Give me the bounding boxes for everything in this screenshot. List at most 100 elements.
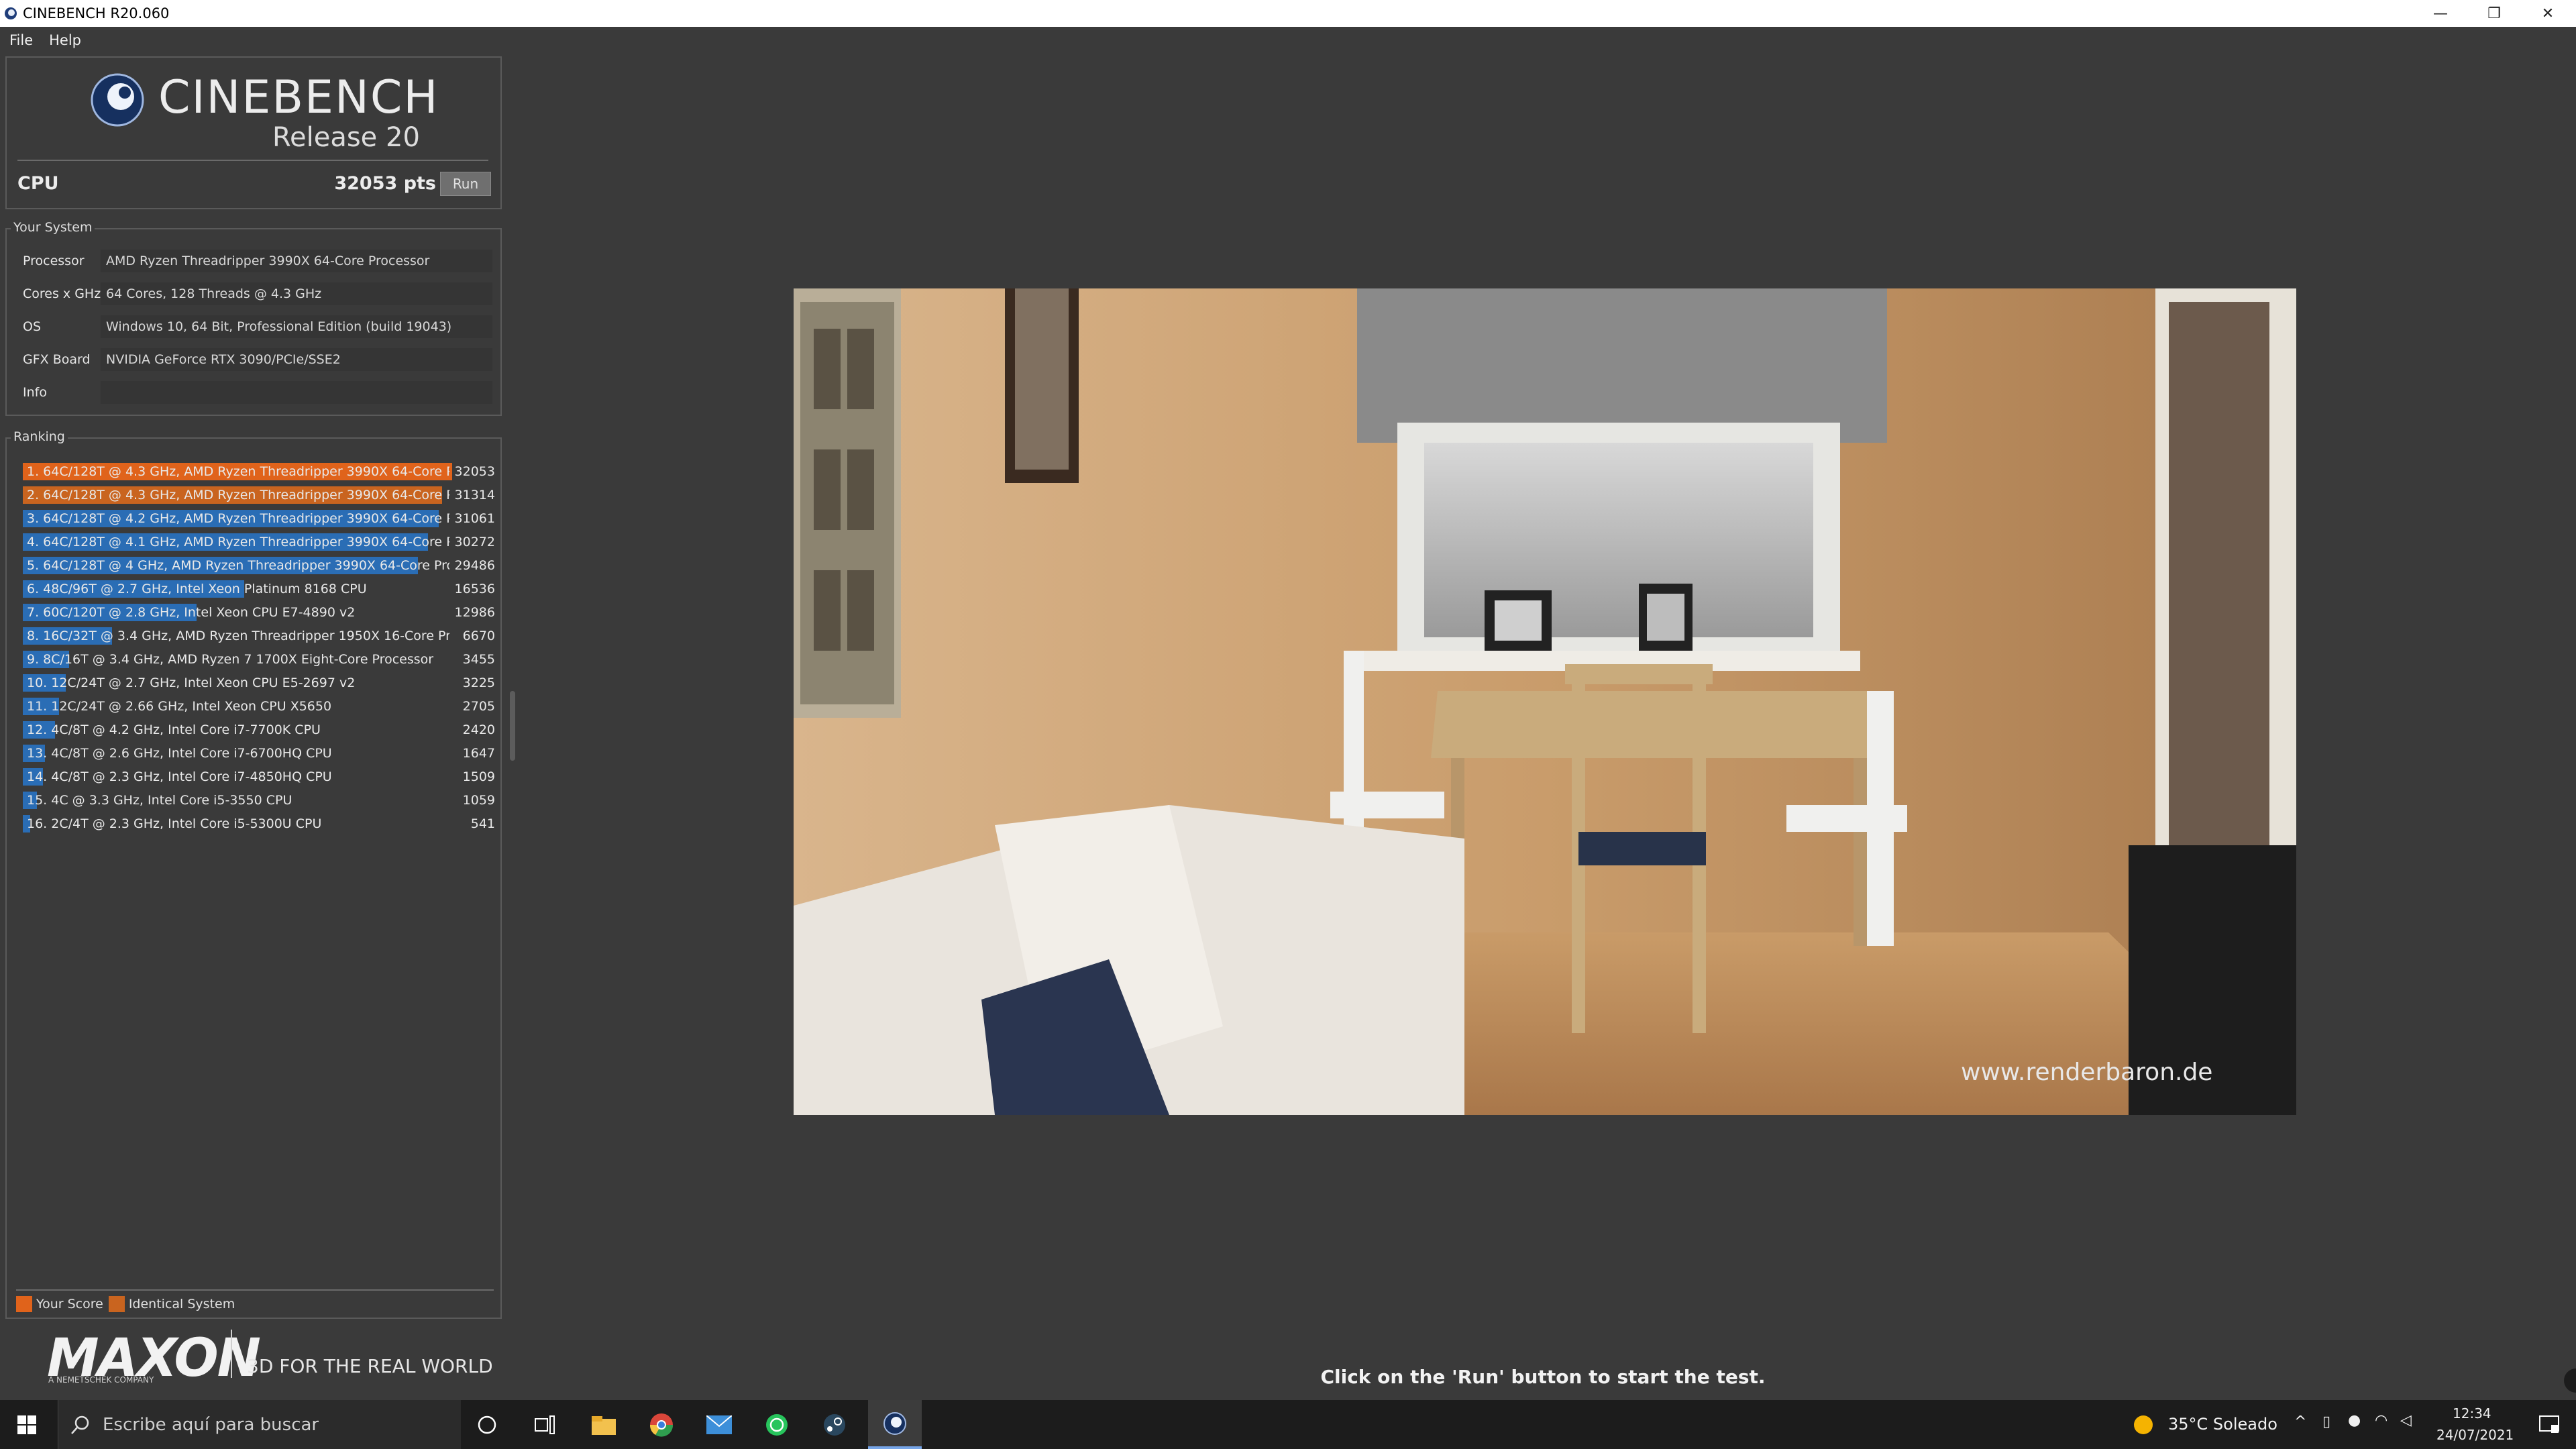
ranking-label: 14. 4C/8T @ 2.3 GHz, Intel Core i7-4850H… bbox=[27, 769, 332, 784]
ranking-row[interactable]: 12. 4C/8T @ 4.2 GHz, Intel Core i7-7700K… bbox=[23, 720, 495, 740]
ranking-score: 29486 bbox=[454, 558, 495, 573]
clock-date[interactable]: 24/07/2021 bbox=[2436, 1427, 2514, 1443]
render-watermark: www.renderbaron.de bbox=[1961, 1059, 2212, 1086]
run-hint: Click on the 'Run' button to start the t… bbox=[1320, 1366, 1766, 1388]
minimize-icon: — bbox=[2433, 5, 2448, 22]
run-button[interactable]: Run bbox=[440, 172, 491, 196]
file-explorer-icon[interactable] bbox=[577, 1400, 631, 1449]
ranking-label: 5. 64C/128T @ 4 GHz, AMD Ryzen Threadrip… bbox=[27, 558, 449, 573]
system-key: OS bbox=[23, 319, 42, 334]
menu-file[interactable]: File bbox=[9, 32, 33, 48]
system-row-cores: Cores x GHz 64 Cores, 128 Threads @ 4.3 … bbox=[16, 280, 496, 307]
ranking-row[interactable]: 6. 48C/96T @ 2.7 GHz, Intel Xeon Platinu… bbox=[23, 579, 495, 599]
ranking-row[interactable]: 10. 12C/24T @ 2.7 GHz, Intel Xeon CPU E5… bbox=[23, 673, 495, 693]
task-view-icon[interactable] bbox=[518, 1400, 572, 1449]
ranking-score: 1059 bbox=[462, 793, 495, 808]
legend-your-score: Your Score bbox=[36, 1297, 103, 1311]
ranking-row[interactable]: 9. 8C/16T @ 3.4 GHz, AMD Ryzen 7 1700X E… bbox=[23, 649, 495, 669]
cpu-panel: CINEBENCH Release 20 CPU 32053 pts Run bbox=[5, 56, 502, 209]
system-row-gfx: GFX Board NVIDIA GeForce RTX 3090/PCIe/S… bbox=[16, 345, 496, 372]
system-value[interactable] bbox=[101, 381, 492, 404]
restore-button[interactable]: ❐ bbox=[2467, 0, 2521, 27]
menu-help[interactable]: Help bbox=[49, 32, 81, 48]
your-system-label: Your System bbox=[11, 220, 95, 235]
system-row-processor: Processor AMD Ryzen Threadripper 3990X 6… bbox=[16, 247, 496, 274]
system-row-os: OS Windows 10, 64 Bit, Professional Edit… bbox=[16, 313, 496, 339]
ranking-label: 13. 4C/8T @ 2.6 GHz, Intel Core i7-6700H… bbox=[27, 746, 332, 761]
ranking-row[interactable]: 7. 60C/120T @ 2.8 GHz, Intel Xeon CPU E7… bbox=[23, 602, 495, 623]
maxon-logo-subtext: A NEMETSCHEK COMPANY bbox=[48, 1375, 154, 1385]
tray-device-icon[interactable]: ▯ bbox=[2322, 1413, 2330, 1430]
system-key: Processor bbox=[23, 254, 85, 268]
title-bar: CINEBENCH R20.060 — ❐ ✕ bbox=[0, 0, 2576, 27]
cinebench-logo-icon bbox=[91, 73, 144, 127]
taskbar: Escribe aquí para buscar 35°C Soleado ^ … bbox=[0, 1400, 2576, 1449]
windows-start-icon[interactable] bbox=[0, 1400, 54, 1449]
ranking-row[interactable]: 14. 4C/8T @ 2.3 GHz, Intel Core i7-4850H… bbox=[23, 767, 495, 787]
system-row-info: Info bbox=[16, 378, 496, 405]
notification-icon[interactable] bbox=[2522, 1400, 2576, 1449]
system-value: 64 Cores, 128 Threads @ 4.3 GHz bbox=[101, 282, 492, 305]
window-title: CINEBENCH R20.060 bbox=[23, 5, 170, 21]
ranking-score: 3225 bbox=[462, 676, 495, 690]
weather-text[interactable]: 35°C Soleado bbox=[2168, 1415, 2277, 1434]
ranking-row[interactable]: 1. 64C/128T @ 4.3 GHz, AMD Ryzen Threadr… bbox=[23, 462, 495, 482]
app-title: CINEBENCH bbox=[158, 71, 439, 124]
room-render-illustration: www.renderbaron.de bbox=[794, 288, 2296, 1115]
ranking-label: 1. 64C/128T @ 4.3 GHz, AMD Ryzen Threadr… bbox=[27, 464, 449, 479]
ranking-row[interactable]: 3. 64C/128T @ 4.2 GHz, AMD Ryzen Threadr… bbox=[23, 508, 495, 529]
tray-security-icon[interactable]: ● bbox=[2348, 1412, 2361, 1429]
minimize-button[interactable]: — bbox=[2414, 0, 2467, 27]
system-value: AMD Ryzen Threadripper 3990X 64-Core Pro… bbox=[101, 250, 492, 272]
ranking-row[interactable]: 13. 4C/8T @ 2.6 GHz, Intel Core i7-6700H… bbox=[23, 743, 495, 763]
render-preview-image: www.renderbaron.de bbox=[794, 288, 2296, 1115]
ranking-legend: Your Score Identical System bbox=[16, 1296, 235, 1312]
volume-icon[interactable]: ◁ bbox=[2400, 1412, 2412, 1429]
chevron-up-icon[interactable]: ^ bbox=[2294, 1413, 2306, 1430]
chrome-icon[interactable] bbox=[635, 1400, 688, 1449]
ranking-score: 12986 bbox=[454, 605, 495, 620]
ranking-score: 32053 bbox=[454, 464, 495, 479]
clock-time[interactable]: 12:34 bbox=[2453, 1405, 2491, 1421]
taskbar-search[interactable]: Escribe aquí para buscar bbox=[58, 1400, 461, 1449]
ranking-label: 12. 4C/8T @ 4.2 GHz, Intel Core i7-7700K… bbox=[27, 722, 321, 737]
divider bbox=[16, 1289, 494, 1291]
system-key: Cores x GHz bbox=[23, 286, 101, 301]
legend-swatch-identical bbox=[108, 1296, 125, 1312]
ranking-row[interactable]: 16. 2C/4T @ 2.3 GHz, Intel Core i5-5300U… bbox=[23, 814, 495, 834]
ranking-label: 16. 2C/4T @ 2.3 GHz, Intel Core i5-5300U… bbox=[27, 816, 322, 831]
ranking-score: 541 bbox=[470, 816, 495, 831]
cpu-label: CPU bbox=[17, 173, 59, 194]
ranking-row[interactable]: 2. 64C/128T @ 4.3 GHz, AMD Ryzen Threadr… bbox=[23, 485, 495, 505]
ranking-score: 2420 bbox=[462, 722, 495, 737]
ranking-label: 8. 16C/32T @ 3.4 GHz, AMD Ryzen Threadri… bbox=[27, 629, 449, 643]
weather-sun-icon bbox=[2134, 1415, 2153, 1434]
ranking-label: 9. 8C/16T @ 3.4 GHz, AMD Ryzen 7 1700X E… bbox=[27, 652, 434, 667]
cinebench-icon[interactable] bbox=[868, 1400, 922, 1449]
ranking-label: Ranking bbox=[11, 429, 68, 444]
ranking-row[interactable]: 15. 4C @ 3.3 GHz, Intel Core i5-3550 CPU… bbox=[23, 790, 495, 810]
system-value: Windows 10, 64 Bit, Professional Edition… bbox=[101, 315, 492, 338]
ranking-score: 3455 bbox=[462, 652, 495, 667]
ranking-score: 1647 bbox=[462, 746, 495, 761]
cortana-icon[interactable] bbox=[460, 1400, 514, 1449]
ranking-label: 7. 60C/120T @ 2.8 GHz, Intel Xeon CPU E7… bbox=[27, 605, 356, 620]
side-handle[interactable] bbox=[2564, 1368, 2576, 1393]
mail-icon[interactable] bbox=[692, 1400, 746, 1449]
wifi-icon[interactable]: ◠ bbox=[2375, 1412, 2387, 1429]
ranking-row[interactable]: 5. 64C/128T @ 4 GHz, AMD Ryzen Threadrip… bbox=[23, 555, 495, 576]
splitter-handle[interactable] bbox=[510, 691, 515, 761]
ranking-row[interactable]: 8. 16C/32T @ 3.4 GHz, AMD Ryzen Threadri… bbox=[23, 626, 495, 646]
ranking-label: 4. 64C/128T @ 4.1 GHz, AMD Ryzen Threadr… bbox=[27, 535, 449, 549]
close-button[interactable]: ✕ bbox=[2521, 0, 2575, 27]
maxon-slogan: 3D FOR THE REAL WORLD bbox=[247, 1355, 493, 1377]
ranking-row[interactable]: 11. 12C/24T @ 2.66 GHz, Intel Xeon CPU X… bbox=[23, 696, 495, 716]
whatsapp-icon[interactable] bbox=[750, 1400, 804, 1449]
ranking-row[interactable]: 4. 64C/128T @ 4.1 GHz, AMD Ryzen Threadr… bbox=[23, 532, 495, 552]
legend-identical: Identical System bbox=[128, 1297, 235, 1311]
search-icon bbox=[71, 1415, 89, 1434]
ranking-label: 11. 12C/24T @ 2.66 GHz, Intel Xeon CPU X… bbox=[27, 699, 332, 714]
steam-icon[interactable] bbox=[808, 1400, 861, 1449]
ranking-label: 6. 48C/96T @ 2.7 GHz, Intel Xeon Platinu… bbox=[27, 582, 367, 596]
divider bbox=[231, 1330, 232, 1378]
